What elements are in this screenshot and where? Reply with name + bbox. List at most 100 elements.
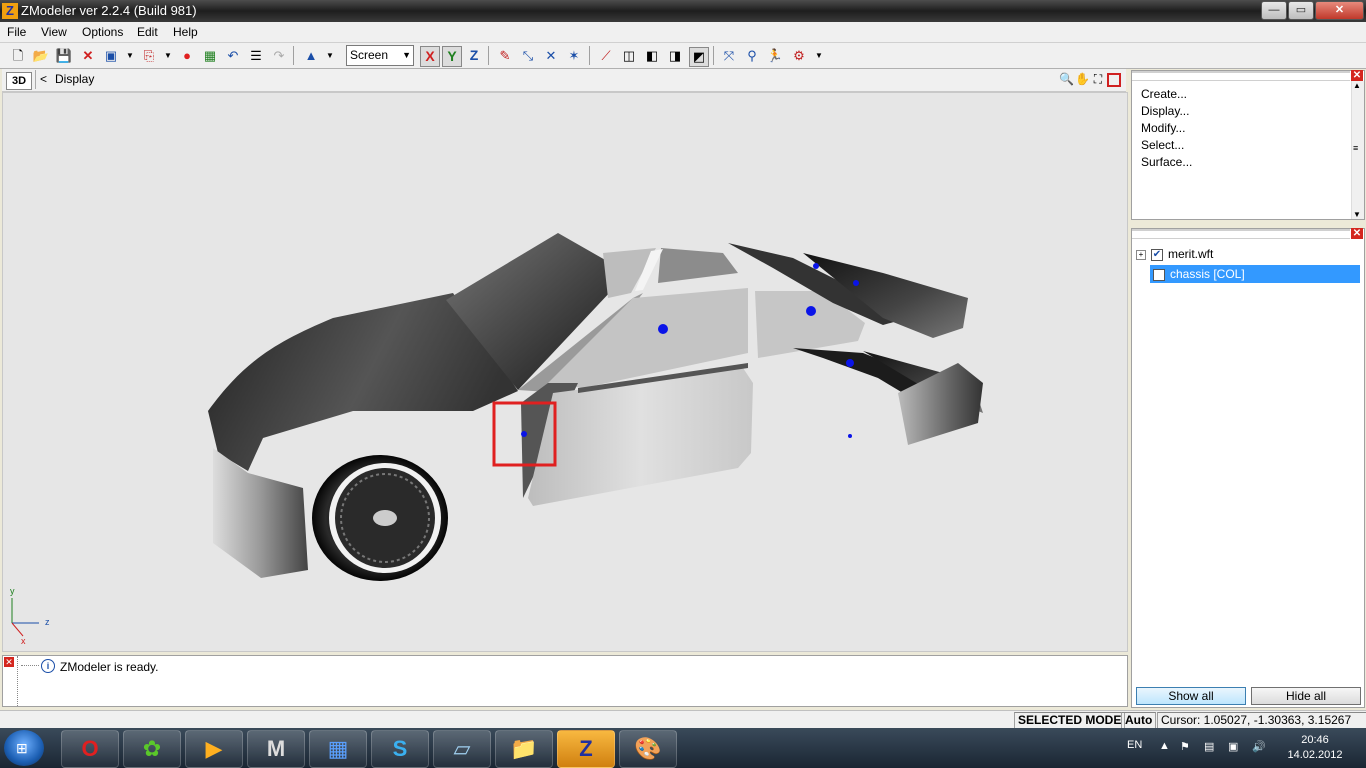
notes-taskbar-icon[interactable]: ▱	[433, 730, 491, 768]
command-select[interactable]: Select...	[1141, 138, 1184, 152]
select-tool-icon[interactable]: ✎	[496, 47, 514, 65]
volume-icon[interactable]: 🔊	[1252, 740, 1266, 753]
status-selected-mode: SELECTED MODE	[1014, 712, 1126, 729]
materials-icon[interactable]: ▦	[201, 47, 219, 65]
hierarchy-icon[interactable]: ⤧	[720, 47, 738, 65]
status-auto[interactable]: Auto	[1121, 712, 1157, 729]
vertex-marker[interactable]	[853, 280, 859, 286]
pivot-icon[interactable]: ▲	[302, 47, 320, 65]
device-icon[interactable]: ▤	[1204, 740, 1214, 753]
link-icon[interactable]: ⚲	[743, 47, 761, 65]
panel-grip[interactable]	[1132, 71, 1350, 81]
explorer-taskbar-icon[interactable]: 📁	[495, 730, 553, 768]
start-button[interactable]: ⊞	[4, 730, 44, 766]
tree-item-merit[interactable]: + ✔ merit.wft	[1136, 245, 1213, 263]
maximize-button[interactable]: ▭	[1288, 1, 1314, 20]
command-create[interactable]: Create...	[1141, 87, 1187, 101]
close-button[interactable]: ✕	[1315, 1, 1364, 20]
command-surface[interactable]: Surface...	[1141, 155, 1192, 169]
menu-options[interactable]: Options	[82, 25, 123, 39]
pan-hand-icon[interactable]: ✋	[1075, 72, 1090, 87]
close-icon[interactable]: ✕	[4, 657, 14, 667]
show-all-button[interactable]: Show all	[1136, 687, 1246, 705]
opera-taskbar-icon[interactable]: O	[61, 730, 119, 768]
open-folder-icon[interactable]: 📂	[32, 47, 50, 65]
tools-dropdown-icon[interactable]: ▼	[810, 47, 828, 65]
clock[interactable]: 20:46 14.02.2012	[1285, 733, 1345, 763]
checkbox-checked-icon[interactable]: ✔	[1151, 248, 1163, 261]
windows-taskbar: ⊞ O ✿ ▶ M ▦ S ▱ 📁 Z 🎨 EN ▲ ⚑ ▤ ▣ 🔊 20:46…	[0, 728, 1366, 768]
close-icon[interactable]: ✕	[1351, 228, 1363, 239]
close-file-icon[interactable]: ✕	[79, 47, 97, 65]
network-icon[interactable]: ▣	[1228, 740, 1238, 753]
export-icon[interactable]: ⎘	[140, 47, 158, 65]
flag-icon[interactable]: ⚑	[1180, 740, 1190, 753]
save-icon[interactable]: 💾	[55, 47, 73, 65]
show-hidden-icons-icon[interactable]: ▲	[1159, 740, 1170, 752]
scale-tool-icon[interactable]: ✶	[565, 47, 583, 65]
animation-icon[interactable]: 🏃	[766, 47, 784, 65]
icq-taskbar-icon[interactable]: ✿	[123, 730, 181, 768]
vertex-marker[interactable]	[658, 324, 668, 334]
viewport-back-arrow[interactable]: <	[40, 72, 47, 86]
tree-item-chassis[interactable]: chassis [COL]	[1150, 265, 1360, 283]
expand-icon[interactable]: +	[1136, 249, 1146, 260]
vertex-marker[interactable]	[848, 434, 852, 438]
axis-z-toggle[interactable]: Z	[465, 46, 483, 65]
vertex-marker[interactable]	[813, 263, 819, 269]
import-dropdown-icon[interactable]: ▼	[121, 47, 139, 65]
m-app-taskbar-icon[interactable]: M	[247, 730, 305, 768]
redo-icon[interactable]: ↷	[270, 47, 288, 65]
zoom-icon[interactable]: 🔍	[1059, 72, 1074, 87]
fit-view-icon[interactable]: ⛶	[1091, 72, 1105, 87]
object-mode-icon[interactable]: ◨	[666, 47, 684, 65]
properties-icon[interactable]: ☰	[247, 47, 265, 65]
menu-view[interactable]: View	[41, 25, 67, 39]
command-modify[interactable]: Modify...	[1141, 121, 1185, 135]
vertex-marker[interactable]	[806, 306, 816, 316]
pivot-dropdown-icon[interactable]: ▼	[321, 47, 339, 65]
zmodeler-taskbar-icon[interactable]: Z	[557, 730, 615, 768]
title-bar: Z ZModeler ver 2.2.4 (Build 981) — ▭ ✕	[0, 0, 1366, 22]
edge-mode-icon[interactable]: ◫	[620, 47, 638, 65]
log-panel: ✕ i ZModeler is ready.	[2, 655, 1128, 707]
checkbox-unchecked-icon[interactable]	[1153, 268, 1165, 281]
face-mode-icon[interactable]: ◧	[643, 47, 661, 65]
scroll-up-icon[interactable]: ▲	[1353, 81, 1361, 90]
media-player-taskbar-icon[interactable]: ▶	[185, 730, 243, 768]
hide-all-button[interactable]: Hide all	[1251, 687, 1361, 705]
viewport-3d[interactable]: y z x	[2, 92, 1128, 652]
export-dropdown-icon[interactable]: ▼	[159, 47, 177, 65]
maximize-viewport-icon[interactable]	[1107, 73, 1121, 87]
panel-grip[interactable]	[1132, 229, 1350, 239]
new-file-icon[interactable]: 🗋	[9, 47, 27, 65]
skype-taskbar-icon[interactable]: S	[371, 730, 429, 768]
scroll-grip-icon[interactable]: ≡	[1353, 143, 1358, 153]
vertex-marker[interactable]	[846, 359, 854, 367]
move-tool-icon[interactable]: ⤡	[519, 47, 537, 65]
scroll-down-icon[interactable]: ▼	[1353, 210, 1361, 219]
import-icon[interactable]: ▣	[102, 47, 120, 65]
minimize-button[interactable]: —	[1261, 1, 1287, 20]
paint-taskbar-icon[interactable]: 🎨	[619, 730, 677, 768]
rotate-tool-icon[interactable]: ✕	[542, 47, 560, 65]
coord-mode-select[interactable]: Screen ▼	[346, 45, 414, 66]
tools-icon[interactable]: ⚙	[790, 47, 808, 65]
command-display[interactable]: Display...	[1141, 104, 1189, 118]
calendar-taskbar-icon[interactable]: ▦	[309, 730, 367, 768]
vertex-mode-icon[interactable]: ⟋	[597, 47, 615, 65]
menu-file[interactable]: File	[7, 25, 26, 39]
axis-y-toggle[interactable]: Y	[442, 46, 462, 67]
box-mode-icon[interactable]: ◩	[689, 47, 709, 67]
vertex-marker[interactable]	[521, 431, 527, 437]
undo-icon[interactable]: ↶	[224, 47, 242, 65]
menu-edit[interactable]: Edit	[137, 25, 158, 39]
axis-x-toggle[interactable]: X	[420, 46, 440, 67]
language-indicator[interactable]: EN	[1127, 739, 1142, 751]
close-icon[interactable]: ✕	[1351, 70, 1363, 81]
viewport-mode-button[interactable]: 3D	[6, 72, 32, 90]
render-icon[interactable]: ●	[178, 47, 196, 65]
commands-scrollbar[interactable]: ▲ ≡ ▼	[1351, 81, 1364, 219]
menu-help[interactable]: Help	[173, 25, 198, 39]
viewport-breadcrumb[interactable]: Display	[55, 72, 94, 86]
